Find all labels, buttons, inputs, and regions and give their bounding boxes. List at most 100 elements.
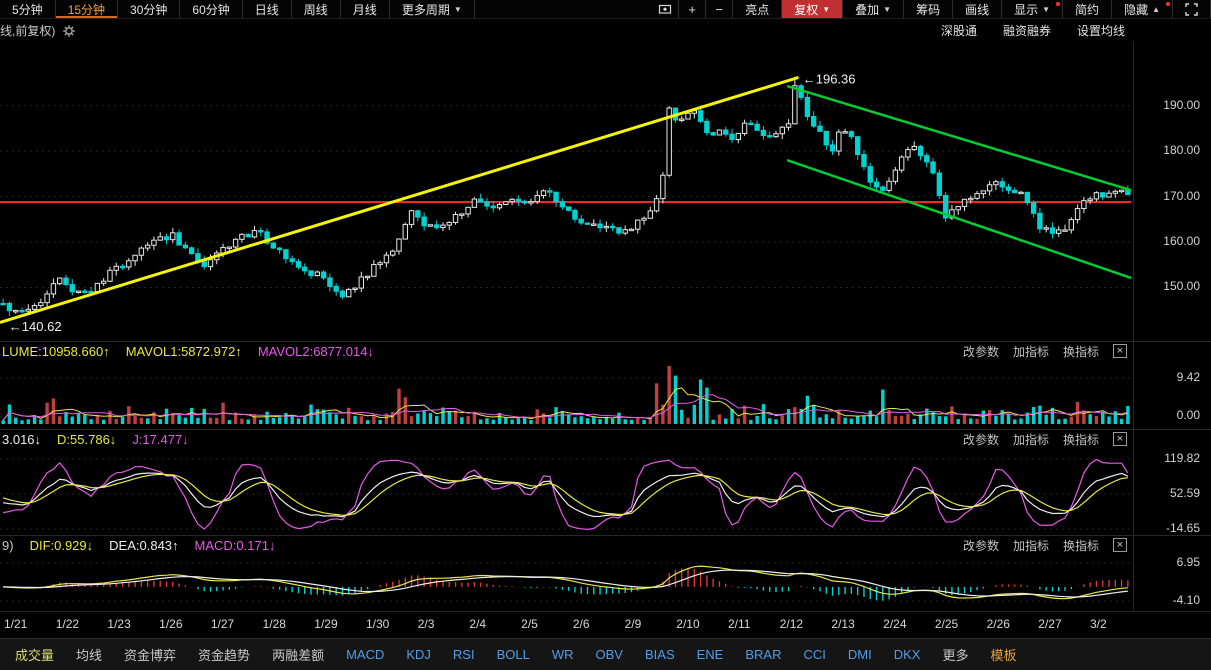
tool-button-hide[interactable]: 隐藏 ▲ [1112,0,1173,18]
macd-chart[interactable] [0,554,1133,612]
main-axis-label: 150.00 [1163,279,1200,294]
kdj-j-value: J:17.477↓ [132,431,189,447]
edit-params-link[interactable]: 改参数 [963,431,999,448]
period-tab-30min[interactable]: 30分钟 [118,0,181,18]
date-label-1-28: 1/28 [262,617,286,631]
tool-button-overlay[interactable]: 叠加 ▼ [843,0,905,18]
mavol1-value: MAVOL1:5872.972↑ [125,343,242,359]
edit-params-link[interactable]: 改参数 [963,537,999,554]
chart-type-label: 线,前复权) [0,24,56,38]
stock-trading-app: { "colors":{"up":"#e8e8e8","down":"#00d2… [0,0,1211,670]
date-label-1-29: 1/29 [314,617,338,631]
chart-subheader: 线,前复权) 深股通 融资融券 设置均线 [0,19,1133,42]
tab-macd[interactable]: MACD [335,647,395,662]
tool-button-simple[interactable]: 简约 [1063,0,1113,18]
ma-settings-link[interactable]: 设置均线 [1077,22,1125,39]
period-tab-more-periods[interactable]: 更多周期 ▼ [390,0,475,18]
fullscreen-icon[interactable] [1173,0,1211,18]
date-label-1-23: 1/23 [107,617,131,631]
macd-dif-value: DIF:0.929↓ [29,537,94,553]
date-label-1-21: 1/21 [4,617,28,631]
date-label-2-6: 2/6 [572,617,590,631]
edit-params-link[interactable]: 改参数 [963,343,999,360]
tab-margin-diff[interactable]: 两融差额 [261,645,335,664]
tab-rsi[interactable]: RSI [442,647,486,662]
dropdown-caret-icon: ▼ [883,4,892,14]
main-axis-label: 170.00 [1163,188,1200,203]
zoom-in-icon[interactable]: + [679,0,707,18]
x-axis-dates: 1/21 1/22 1/23 1/26 1/27 1/28 1/29 1/30 2/3 2/4 2/… [0,616,1133,636]
tab-bias[interactable]: BIAS [634,647,686,662]
volume-value: LUME:10958.660↑ [2,343,110,359]
date-label-2-26: 2/26 [986,617,1010,631]
screenshot-icon[interactable] [652,0,680,18]
tool-button-adjust-price[interactable]: 复权 ▼ [782,0,844,18]
dropdown-caret-icon: ▲ [1152,4,1160,14]
period-tab-week[interactable]: 周线 [292,0,341,18]
svg-text:←140.62: ←140.62 [9,319,62,334]
mavol2-value: MAVOL2:6877.014↓ [257,343,374,359]
kdj-chart[interactable] [0,448,1133,536]
kdj-d-value: D:55.786↓ [57,431,117,447]
tab-cci[interactable]: CCI [792,647,836,662]
tab-brar[interactable]: BRAR [734,647,792,662]
volume-panel-actions: 改参数 加指标 换指标 × [963,343,1127,360]
switch-indicator-link[interactable]: 换指标 [1063,431,1099,448]
tool-button-draw-line[interactable]: 画线 [953,0,1003,18]
main-candlestick-chart[interactable]: ←140.62 ←196.36 [0,42,1133,342]
main-axis-label: 160.00 [1163,234,1200,248]
add-indicator-link[interactable]: 加指标 [1013,431,1049,448]
tab-ene[interactable]: ENE [686,647,735,662]
fullscreen-glyph [1185,2,1198,16]
dropdown-caret-icon: ▼ [1042,4,1051,14]
tab-boll[interactable]: BOLL [486,647,541,662]
tab-dmi[interactable]: DMI [837,647,883,662]
period-tab-5min[interactable]: 5分钟 [0,0,56,18]
tab-wr[interactable]: WR [541,647,585,662]
macd-axis-label: -4.10 [1172,593,1200,607]
date-label-2-25: 2/25 [934,617,959,631]
tab-more[interactable]: 更多 [931,645,979,664]
close-panel-icon[interactable]: × [1113,432,1127,446]
period-tab-15min[interactable]: 15分钟 [56,0,119,18]
switch-indicator-link[interactable]: 换指标 [1063,343,1099,360]
tab-dkx[interactable]: DKX [883,647,932,662]
macd-dea-value: DEA:0.843↑ [109,537,179,553]
tab-capital-trend[interactable]: 资金趋势 [187,645,261,664]
date-label-2-10: 2/10 [676,617,700,631]
tab-ma[interactable]: 均线 [65,645,113,664]
macd-axis-label: 6.95 [1176,555,1200,569]
add-indicator-link[interactable]: 加指标 [1013,343,1049,360]
period-tab-month[interactable]: 月线 [341,0,390,18]
tab-template[interactable]: 模板 [979,645,1027,664]
sz-connect-link[interactable]: 深股通 [941,22,977,39]
gear-glyph [63,24,76,37]
date-label-2-12: 2/12 [779,617,804,631]
period-tab-60min[interactable]: 60分钟 [180,0,243,18]
gear-icon[interactable] [62,24,76,38]
new-feature-dot [1166,2,1170,6]
main-axis-label: 180.00 [1163,143,1200,158]
tab-capital-game[interactable]: 资金博弈 [113,645,187,664]
date-label-1-30: 1/30 [366,617,390,631]
tab-kdj[interactable]: KDJ [395,647,442,662]
zoom-out-icon[interactable]: − [706,0,734,18]
tool-button-chips[interactable]: 筹码 [904,0,954,18]
date-label-1-22: 1/22 [55,617,80,631]
tool-button-display[interactable]: 显示 ▼ [1002,0,1064,18]
margin-trading-link[interactable]: 融资融券 [1003,22,1051,39]
date-label-2-5: 2/5 [521,617,538,631]
date-label-3-2: 3/2 [1090,617,1107,631]
tool-button-highlights[interactable]: 亮点 [733,0,783,18]
close-panel-icon[interactable]: × [1113,538,1127,552]
volume-chart[interactable] [0,360,1133,430]
add-indicator-link[interactable]: 加指标 [1013,537,1049,554]
tab-volume[interactable]: 成交量 [4,645,65,664]
period-tabs: 5分钟 15分钟 30分钟 60分钟 日线 周线 月线 更多周期 ▼ [0,0,475,18]
period-tab-day[interactable]: 日线 [243,0,292,18]
tab-obv[interactable]: OBV [585,647,634,662]
close-panel-icon[interactable]: × [1113,344,1127,358]
switch-indicator-link[interactable]: 换指标 [1063,537,1099,554]
panel-divider [0,611,1211,612]
